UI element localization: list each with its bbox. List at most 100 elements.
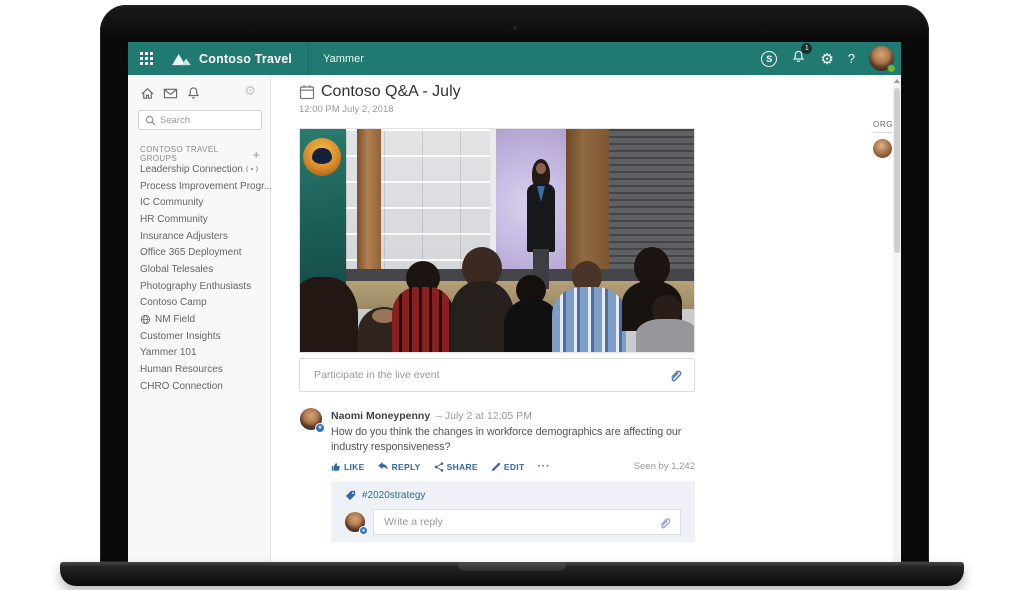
group-label: HR Community	[140, 214, 208, 225]
tag-icon	[345, 490, 356, 501]
sidebar: ⚙ CONTOSO TRAVEL GROUPS + Leadership Con…	[128, 75, 271, 562]
sidebar-nav-icons	[140, 86, 201, 101]
thread-box: #2020strategy ★	[331, 481, 695, 542]
live-event-video[interactable]: MONTHLY Q&A	[299, 128, 695, 353]
office-suite-header: Contoso Travel Yammer S 1 ⚙ ?	[128, 42, 901, 75]
globe-icon	[140, 314, 151, 325]
group-label: Contoso Camp	[140, 297, 207, 308]
notifications-bell-icon[interactable]	[186, 86, 201, 101]
help-icon[interactable]: ?	[848, 51, 855, 66]
live-broadcast-icon	[245, 165, 259, 173]
reply-user-avatar[interactable]: ★	[345, 512, 365, 532]
search-icon	[145, 115, 156, 126]
sidebar-group-customer-insights[interactable]: Customer Insights	[128, 328, 271, 345]
group-label: Insurance Adjusters	[140, 231, 228, 242]
yammer-window: Contoso Travel Yammer S 1 ⚙ ?	[128, 42, 901, 562]
main-content: Contoso Q&A - July 12:00 PM July 2, 2018…	[271, 75, 893, 562]
laptop-mockup: Contoso Travel Yammer S 1 ⚙ ?	[0, 0, 1024, 590]
reply-arrow-icon	[378, 462, 389, 471]
reply-input[interactable]	[384, 516, 658, 528]
more-actions-button[interactable]: ···	[537, 461, 550, 472]
post-author-avatar[interactable]: ★	[300, 408, 322, 430]
app-name: Yammer	[323, 53, 364, 65]
notifications-button[interactable]: 1	[791, 49, 806, 68]
search-box[interactable]	[138, 110, 262, 130]
scroll-up-icon[interactable]	[894, 79, 900, 83]
sidebar-group-office-365-deployment[interactable]: Office 365 Deployment	[128, 244, 271, 261]
sidebar-group-hr-community[interactable]: HR Community	[128, 211, 271, 228]
sidebar-group-process-improvement[interactable]: Process Improvement Progr...	[128, 178, 271, 195]
reply-user-badge-icon: ★	[359, 526, 368, 535]
settings-gear-icon[interactable]: ⚙	[820, 50, 833, 68]
event-logo-circle	[303, 138, 341, 176]
skype-icon[interactable]: S	[761, 51, 777, 67]
sidebar-group-leadership-connection[interactable]: Leadership Connection	[128, 161, 271, 178]
group-label: Yammer 101	[140, 347, 197, 358]
notification-count-badge: 1	[801, 43, 812, 54]
sidebar-group-chro-connection[interactable]: CHRO Connection	[128, 378, 271, 395]
scrollbar-thumb[interactable]	[894, 88, 900, 253]
share-button[interactable]: SHARE	[434, 462, 478, 472]
add-group-button[interactable]: +	[252, 147, 260, 162]
edit-label: EDIT	[504, 462, 525, 472]
event-title: Contoso Q&A - July	[321, 83, 461, 101]
audience-member	[636, 319, 695, 353]
attach-paperclip-icon[interactable]	[668, 368, 682, 382]
sidebar-group-contoso-camp[interactable]: Contoso Camp	[128, 295, 271, 312]
group-label: Global Telesales	[140, 264, 213, 275]
brand-home-link[interactable]: Contoso Travel	[171, 51, 292, 66]
sidebar-group-ic-community[interactable]: IC Community	[128, 194, 271, 211]
search-input[interactable]	[160, 115, 250, 126]
share-icon	[434, 462, 444, 472]
brand-name: Contoso Travel	[199, 52, 292, 66]
post-author-name[interactable]: Naomi Moneypenny	[331, 410, 430, 422]
group-label: Customer Insights	[140, 331, 221, 342]
event-header: Contoso Q&A - July 12:00 PM July 2, 2018	[299, 83, 461, 115]
current-user-avatar[interactable]	[869, 46, 894, 71]
sidebar-group-global-telesales[interactable]: Global Telesales	[128, 261, 271, 278]
inbox-mail-icon[interactable]	[163, 86, 178, 101]
organizer-avatar[interactable]	[873, 139, 892, 158]
calendar-icon	[299, 84, 315, 100]
sidebar-group-insurance-adjusters[interactable]: Insurance Adjusters	[128, 228, 271, 245]
participate-box[interactable]	[299, 358, 695, 392]
sidebar-group-nm-field[interactable]: NM Field	[128, 311, 271, 328]
hashtag-link[interactable]: #2020strategy	[362, 490, 425, 501]
group-label: CHRO Connection	[140, 381, 223, 392]
sidebar-group-yammer-101[interactable]: Yammer 101	[128, 345, 271, 362]
audience-member	[552, 287, 626, 353]
webcam-dot	[513, 26, 517, 30]
scrollbar[interactable]	[893, 75, 901, 562]
audience-member	[392, 287, 454, 353]
post-byline: Naomi Moneypenny – July 2 at 12:05 PM	[331, 410, 532, 422]
presence-status-dot	[887, 64, 896, 73]
reply-input-box[interactable]	[373, 509, 681, 535]
post-timestamp: – July 2 at 12:05 PM	[436, 410, 532, 422]
group-label: Leadership Connection	[140, 164, 243, 175]
header-actions: S 1 ⚙ ?	[761, 42, 894, 75]
laptop-base-notch	[457, 562, 567, 571]
mountain-logo-icon	[171, 51, 192, 66]
home-icon[interactable]	[140, 86, 155, 101]
edit-pencil-icon	[491, 462, 501, 472]
reply-button[interactable]: REPLY	[378, 462, 421, 472]
header-divider	[308, 42, 309, 75]
like-thumb-icon	[331, 462, 341, 472]
hashtag-row[interactable]: #2020strategy	[345, 490, 681, 501]
post-body: How do you think the changes in workforc…	[331, 425, 699, 454]
group-label: Process Improvement Progr...	[140, 181, 272, 192]
edit-button[interactable]: EDIT	[491, 462, 525, 472]
sidebar-settings-icon[interactable]: ⚙	[244, 84, 256, 99]
reply-attach-paperclip-icon[interactable]	[658, 516, 671, 529]
presenter-face	[536, 163, 546, 174]
groups-list: Leadership Connection Process Improvemen…	[128, 161, 271, 395]
sidebar-group-photography-enthusiasts[interactable]: Photography Enthusiasts	[128, 278, 271, 295]
app-launcher-icon[interactable]	[140, 52, 153, 65]
sidebar-group-human-resources[interactable]: Human Resources	[128, 361, 271, 378]
group-label: Human Resources	[140, 364, 223, 375]
group-label: IC Community	[140, 197, 203, 208]
reply-row: ★	[345, 509, 681, 535]
group-label: Photography Enthusiasts	[140, 281, 251, 292]
like-button[interactable]: LIKE	[331, 462, 365, 472]
participate-input[interactable]	[314, 369, 668, 381]
